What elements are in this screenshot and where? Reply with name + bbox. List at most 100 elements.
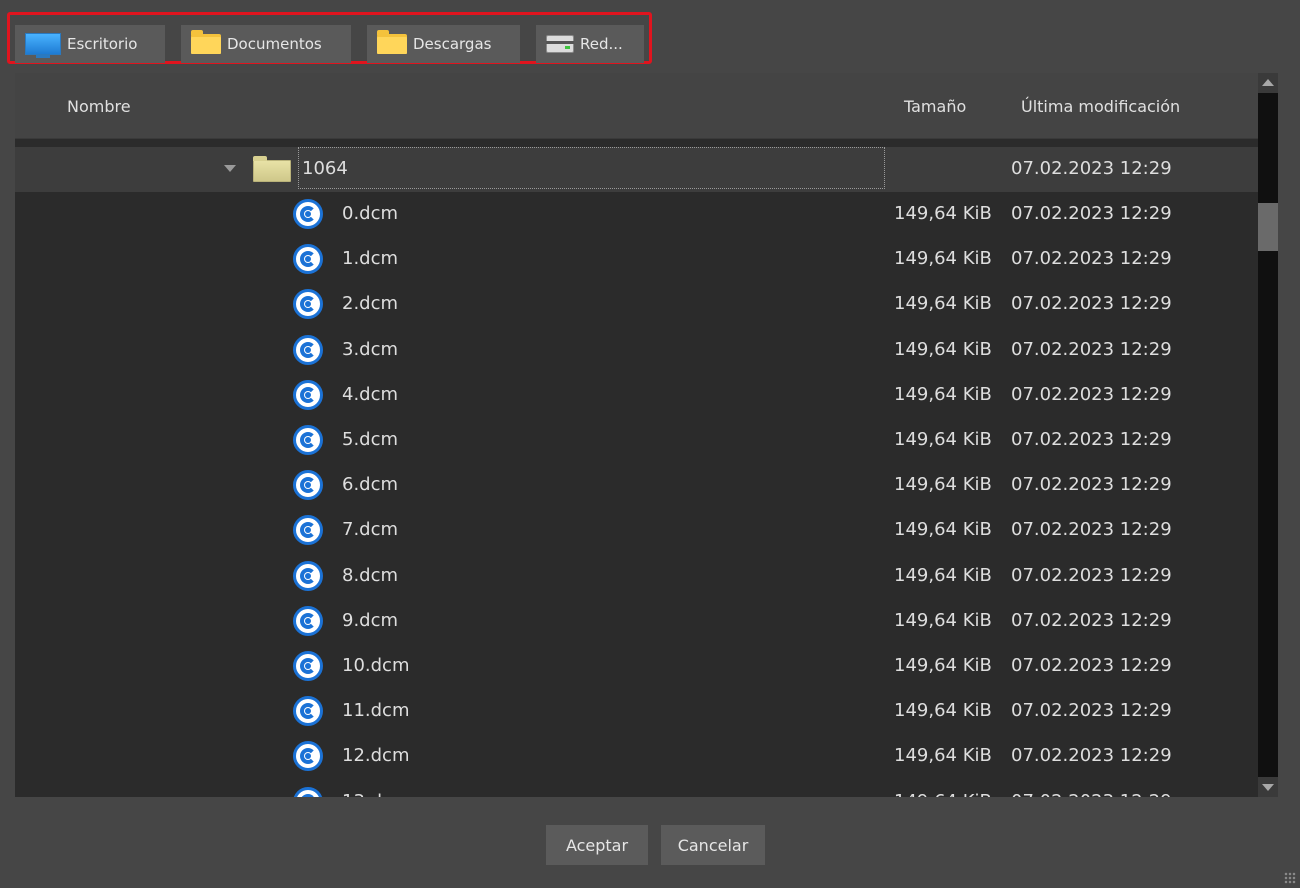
column-header-name[interactable]: Nombre xyxy=(67,97,131,116)
file-name: 11.dcm xyxy=(342,700,410,721)
folder-name-field[interactable]: 1064 xyxy=(298,147,885,189)
place-label: Escritorio xyxy=(67,35,138,53)
file-modified: 07.02.2023 12:29 xyxy=(1011,519,1172,540)
file-row[interactable]: 8.dcm 149,64 KiB 07.02.2023 12:29 xyxy=(15,554,1260,599)
file-modified: 07.02.2023 12:29 xyxy=(1011,293,1172,314)
folder-icon xyxy=(377,30,407,54)
file-name: 2.dcm xyxy=(342,293,399,314)
file-size: 149,64 KiB xyxy=(894,655,992,676)
file-modified: 07.02.2023 12:29 xyxy=(1011,610,1172,631)
folder-name: 1064 xyxy=(302,158,348,179)
file-row[interactable]: 11.dcm 149,64 KiB 07.02.2023 12:29 xyxy=(15,689,1260,734)
column-header-modified[interactable]: Última modificación xyxy=(1021,97,1180,116)
dicom-file-icon xyxy=(293,515,323,545)
vertical-scrollbar[interactable] xyxy=(1258,73,1278,797)
file-row[interactable]: 13.dcm 149,64 KiB 07.02.2023 12:29 xyxy=(15,780,1260,797)
place-documentos-button[interactable]: Documentos xyxy=(181,25,351,63)
file-name: 12.dcm xyxy=(342,745,410,766)
place-descargas-button[interactable]: Descargas xyxy=(367,25,520,63)
file-name: 9.dcm xyxy=(342,610,399,631)
file-name: 10.dcm xyxy=(342,655,410,676)
file-size: 149,64 KiB xyxy=(894,791,992,797)
file-modified: 07.02.2023 12:29 xyxy=(1011,565,1172,586)
file-size: 149,64 KiB xyxy=(894,745,992,766)
place-red-button[interactable]: Red... xyxy=(536,25,644,63)
network-drive-icon xyxy=(546,35,574,53)
file-name: 0.dcm xyxy=(342,203,399,224)
file-list[interactable]: Nombre Tamaño Última modificación 1064 0… xyxy=(15,73,1260,797)
file-row[interactable]: 2.dcm 149,64 KiB 07.02.2023 12:29 xyxy=(15,282,1260,327)
file-row[interactable]: 10.dcm 149,64 KiB 07.02.2023 12:29 xyxy=(15,644,1260,689)
file-name: 5.dcm xyxy=(342,429,399,450)
file-row[interactable]: 6.dcm 149,64 KiB 07.02.2023 12:29 xyxy=(15,463,1260,508)
dicom-file-icon xyxy=(293,606,323,636)
file-size: 149,64 KiB xyxy=(894,429,992,450)
file-size: 149,64 KiB xyxy=(894,519,992,540)
file-modified: 07.02.2023 12:29 xyxy=(1011,203,1172,224)
dicom-file-icon xyxy=(293,561,323,591)
scroll-thumb[interactable] xyxy=(1258,203,1278,251)
file-row[interactable]: 3.dcm 149,64 KiB 07.02.2023 12:29 xyxy=(15,328,1260,373)
column-header-size[interactable]: Tamaño xyxy=(904,97,966,116)
list-header: Nombre Tamaño Última modificación xyxy=(15,73,1260,139)
folder-row[interactable]: 1064 07.02.2023 12:29 xyxy=(15,147,1260,192)
place-escritorio-button[interactable]: Escritorio xyxy=(15,25,165,63)
file-name: 8.dcm xyxy=(342,565,399,586)
folder-icon xyxy=(191,30,221,54)
file-size: 149,64 KiB xyxy=(894,700,992,721)
file-modified: 07.02.2023 12:29 xyxy=(1011,339,1172,360)
dicom-file-icon xyxy=(293,787,323,797)
accept-button[interactable]: Aceptar xyxy=(546,825,648,865)
file-row[interactable]: 7.dcm 149,64 KiB 07.02.2023 12:29 xyxy=(15,508,1260,553)
dicom-file-icon xyxy=(293,335,323,365)
desktop-icon xyxy=(25,33,61,58)
expand-arrow-icon[interactable] xyxy=(224,165,236,172)
file-row[interactable]: 9.dcm 149,64 KiB 07.02.2023 12:29 xyxy=(15,599,1260,644)
folder-modified: 07.02.2023 12:29 xyxy=(1011,158,1172,179)
file-size: 149,64 KiB xyxy=(894,565,992,586)
dicom-file-icon xyxy=(293,199,323,229)
dicom-file-icon xyxy=(293,470,323,500)
file-size: 149,64 KiB xyxy=(894,384,992,405)
file-size: 149,64 KiB xyxy=(894,474,992,495)
file-name: 4.dcm xyxy=(342,384,399,405)
file-size: 149,64 KiB xyxy=(894,293,992,314)
file-modified: 07.02.2023 12:29 xyxy=(1011,429,1172,450)
place-label: Descargas xyxy=(413,35,492,53)
file-modified: 07.02.2023 12:29 xyxy=(1011,384,1172,405)
dicom-file-icon xyxy=(293,696,323,726)
place-label: Documentos xyxy=(227,35,322,53)
file-size: 149,64 KiB xyxy=(894,610,992,631)
scroll-up-button[interactable] xyxy=(1258,73,1278,93)
file-name: 1.dcm xyxy=(342,248,399,269)
file-name: 6.dcm xyxy=(342,474,399,495)
file-size: 149,64 KiB xyxy=(894,248,992,269)
file-row[interactable]: 1.dcm 149,64 KiB 07.02.2023 12:29 xyxy=(15,237,1260,282)
file-modified: 07.02.2023 12:29 xyxy=(1011,791,1172,797)
file-name: 13.dcm xyxy=(342,791,409,797)
quick-places-bar: Escritorio Documentos Descargas Red... xyxy=(7,12,652,64)
dicom-file-icon xyxy=(293,741,323,771)
file-size: 149,64 KiB xyxy=(894,203,992,224)
file-row[interactable]: 0.dcm 149,64 KiB 07.02.2023 12:29 xyxy=(15,192,1260,237)
file-modified: 07.02.2023 12:29 xyxy=(1011,655,1172,676)
scroll-down-button[interactable] xyxy=(1258,777,1278,797)
file-modified: 07.02.2023 12:29 xyxy=(1011,248,1172,269)
dicom-file-icon xyxy=(293,380,323,410)
cancel-button[interactable]: Cancelar xyxy=(661,825,765,865)
file-row[interactable]: 5.dcm 149,64 KiB 07.02.2023 12:29 xyxy=(15,418,1260,463)
file-modified: 07.02.2023 12:29 xyxy=(1011,474,1172,495)
file-name: 3.dcm xyxy=(342,339,399,360)
dicom-file-icon xyxy=(293,289,323,319)
file-row[interactable]: 12.dcm 149,64 KiB 07.02.2023 12:29 xyxy=(15,734,1260,779)
place-label: Red... xyxy=(580,35,623,53)
file-modified: 07.02.2023 12:29 xyxy=(1011,745,1172,766)
folder-icon xyxy=(253,156,291,182)
file-size: 149,64 KiB xyxy=(894,339,992,360)
file-row[interactable]: 4.dcm 149,64 KiB 07.02.2023 12:29 xyxy=(15,373,1260,418)
dicom-file-icon xyxy=(293,651,323,681)
file-modified: 07.02.2023 12:29 xyxy=(1011,700,1172,721)
dicom-file-icon xyxy=(293,244,323,274)
dicom-file-icon xyxy=(293,425,323,455)
resize-grip-icon[interactable] xyxy=(1284,872,1296,884)
